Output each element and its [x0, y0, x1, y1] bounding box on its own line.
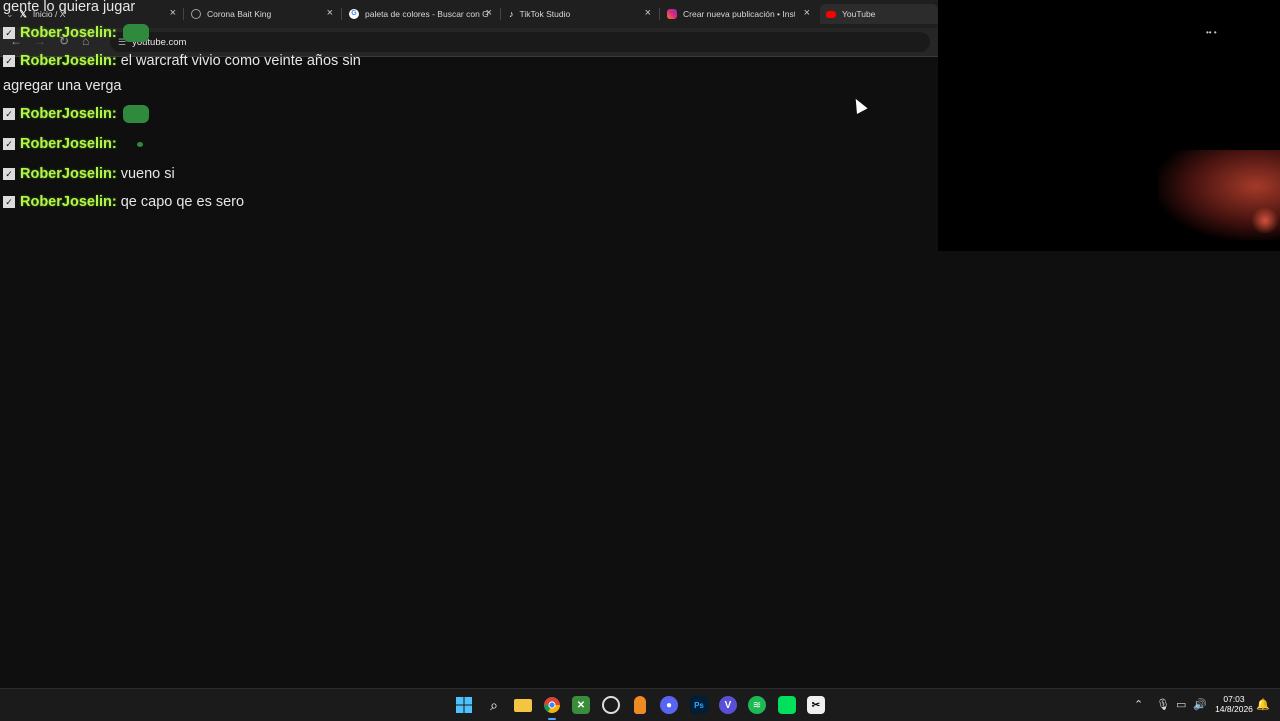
- tiktok-icon: ♪: [509, 9, 514, 19]
- moderator-badge-icon: ✓: [3, 138, 15, 151]
- chat-message: ✓ RoberJoselin:: [3, 136, 143, 152]
- photoshop-icon[interactable]: Ps: [690, 696, 708, 714]
- globe-icon: [191, 9, 201, 19]
- chrome-icon[interactable]: [543, 696, 561, 720]
- moderator-badge-icon: ✓: [3, 27, 15, 39]
- tab-divider: [341, 8, 342, 20]
- discord-icon[interactable]: ●: [660, 696, 678, 714]
- capcut-icon[interactable]: [778, 696, 796, 714]
- windows-start-icon[interactable]: [455, 696, 473, 714]
- tab-corona-bait-king[interactable]: Corona Bait King ×: [191, 4, 333, 24]
- chat-message: ✓ RoberJoselin:: [3, 105, 149, 123]
- network-icon[interactable]: ▭: [1176, 698, 1186, 711]
- emote-icon: [136, 141, 143, 147]
- tab-tiktok-studio[interactable]: ♪ TikTok Studio ×: [509, 4, 651, 24]
- webcam-detail: •• •: [1206, 28, 1217, 37]
- vegas-icon[interactable]: V: [719, 696, 737, 714]
- youtube-icon: [826, 10, 836, 18]
- message-text: el warcraft vivio como veinte años sin: [120, 53, 361, 69]
- minecraft-icon[interactable]: ✕: [572, 696, 590, 714]
- microphone-icon[interactable]: 🎙: [1156, 698, 1170, 711]
- search-icon[interactable]: ⌕: [485, 696, 503, 714]
- mouse-cursor-icon: [850, 96, 868, 114]
- tab-divider: [183, 8, 184, 20]
- chat-message: gente lo quiera jugar: [3, 0, 135, 15]
- file-explorer-icon[interactable]: [514, 699, 532, 712]
- notifications-bell-icon[interactable]: 🔔: [1256, 698, 1270, 711]
- chat-message: ✓ RoberJoselin: qe capo qe es sero: [3, 194, 244, 210]
- chat-username: RoberJoselin:: [20, 24, 117, 41]
- google-icon: G: [349, 9, 359, 19]
- tab-label: Crear nueva publicación • Insta: [683, 9, 795, 19]
- close-icon[interactable]: ×: [327, 7, 333, 19]
- moderator-badge-icon: ✓: [3, 168, 15, 181]
- spotify-icon[interactable]: ≋: [748, 696, 766, 714]
- emote-icon: [122, 105, 149, 123]
- show-hidden-icons-icon[interactable]: ⌃: [1134, 698, 1143, 711]
- webcam-light: [1250, 208, 1280, 233]
- fl-studio-icon[interactable]: [634, 696, 646, 714]
- tab-google-search[interactable]: G paleta de colores - Buscar con G ×: [349, 4, 492, 24]
- clock-time: 07:03: [1223, 694, 1245, 704]
- chat-message-continuation: agregar una verga: [3, 78, 122, 94]
- moderator-badge-icon: ✓: [3, 196, 15, 209]
- close-icon[interactable]: ×: [170, 7, 176, 19]
- chat-message: ✓ RoberJoselin: el warcraft vivio como ve…: [3, 53, 361, 69]
- capcut-desktop-icon[interactable]: ✂: [807, 696, 825, 714]
- system-clock[interactable]: 07:03 14/8/2026: [1209, 694, 1259, 714]
- message-text: gente lo quiera jugar: [3, 0, 136, 15]
- instagram-icon: [667, 9, 677, 19]
- emote-icon: [122, 24, 149, 42]
- tab-youtube[interactable]: YouTube: [820, 4, 938, 24]
- close-icon[interactable]: ×: [804, 7, 810, 19]
- close-icon[interactable]: ×: [486, 7, 492, 19]
- chat-username: RoberJoselin:: [20, 53, 117, 69]
- chat-message: ✓ RoberJoselin: vueno si: [3, 166, 175, 182]
- tab-label: YouTube: [842, 9, 876, 19]
- clock-date: 14/8/2026: [1215, 704, 1253, 714]
- address-bar[interactable]: ☰ youtube.com: [110, 32, 930, 52]
- chat-username: RoberJoselin:: [20, 166, 117, 182]
- tab-label: TikTok Studio: [519, 9, 571, 19]
- message-text: qe capo qe es sero: [120, 194, 245, 210]
- chat-username: RoberJoselin:: [20, 194, 117, 210]
- chat-username: RoberJoselin:: [20, 136, 117, 152]
- message-text: vueno si: [120, 166, 175, 182]
- tab-label: paleta de colores - Buscar con G: [365, 9, 489, 19]
- obs-icon[interactable]: [602, 696, 620, 714]
- windows-taskbar: ⌕ ✕ ● Ps V ≋ ✂ ⌃ 🎙 ▭ 🔊 07:03 14/8/2026 🔔: [0, 688, 1280, 721]
- tab-label: Corona Bait King: [207, 9, 272, 19]
- chat-message: ✓ RoberJoselin:: [3, 24, 149, 42]
- volume-icon[interactable]: 🔊: [1193, 698, 1207, 711]
- close-icon[interactable]: ×: [645, 7, 651, 19]
- tab-divider: [500, 8, 501, 20]
- chat-username: RoberJoselin:: [20, 105, 117, 122]
- message-text: agregar una verga: [3, 78, 122, 94]
- tab-instagram[interactable]: Crear nueva publicación • Insta ×: [667, 4, 810, 24]
- moderator-badge-icon: ✓: [3, 55, 15, 68]
- moderator-badge-icon: ✓: [3, 108, 15, 120]
- tab-divider: [659, 8, 660, 20]
